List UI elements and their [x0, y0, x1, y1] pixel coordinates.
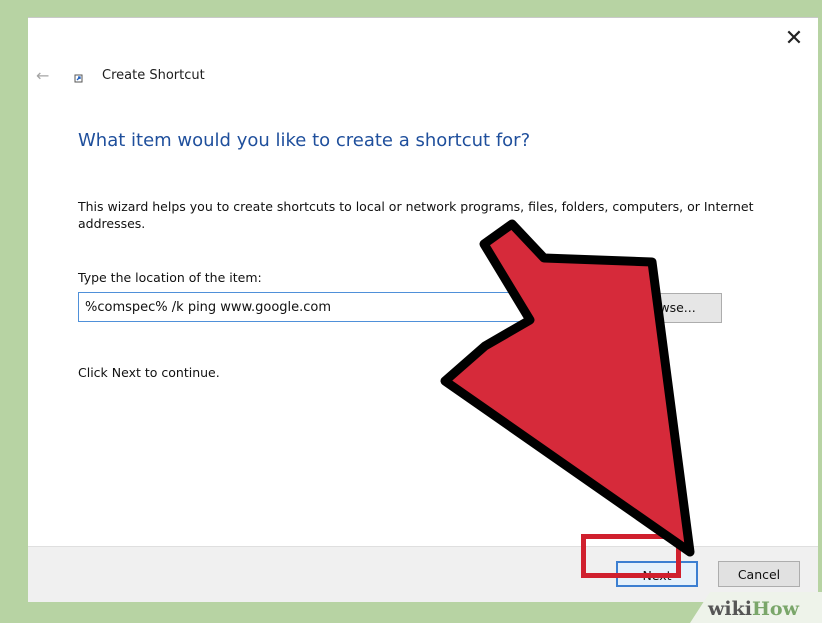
- cancel-button[interactable]: Cancel: [718, 561, 800, 587]
- page-heading: What item would you like to create a sho…: [78, 130, 531, 151]
- next-button-highlight: [581, 534, 681, 578]
- create-shortcut-dialog: ✕ ← Create Shortcut What item would you …: [28, 17, 818, 602]
- location-input[interactable]: [78, 292, 602, 322]
- svg-text:wikiHow: wikiHow: [707, 598, 800, 620]
- window-title: Create Shortcut: [102, 68, 205, 83]
- wikihow-watermark: wikiHow: [690, 592, 822, 623]
- location-label: Type the location of the item:: [78, 270, 262, 285]
- shortcut-icon: [74, 74, 83, 83]
- browse-button[interactable]: Browse...: [612, 293, 722, 323]
- wizard-description: This wizard helps you to create shortcut…: [78, 199, 754, 231]
- back-arrow-icon[interactable]: ←: [36, 66, 58, 86]
- continue-hint: Click Next to continue.: [78, 365, 220, 380]
- close-icon[interactable]: ✕: [780, 26, 808, 52]
